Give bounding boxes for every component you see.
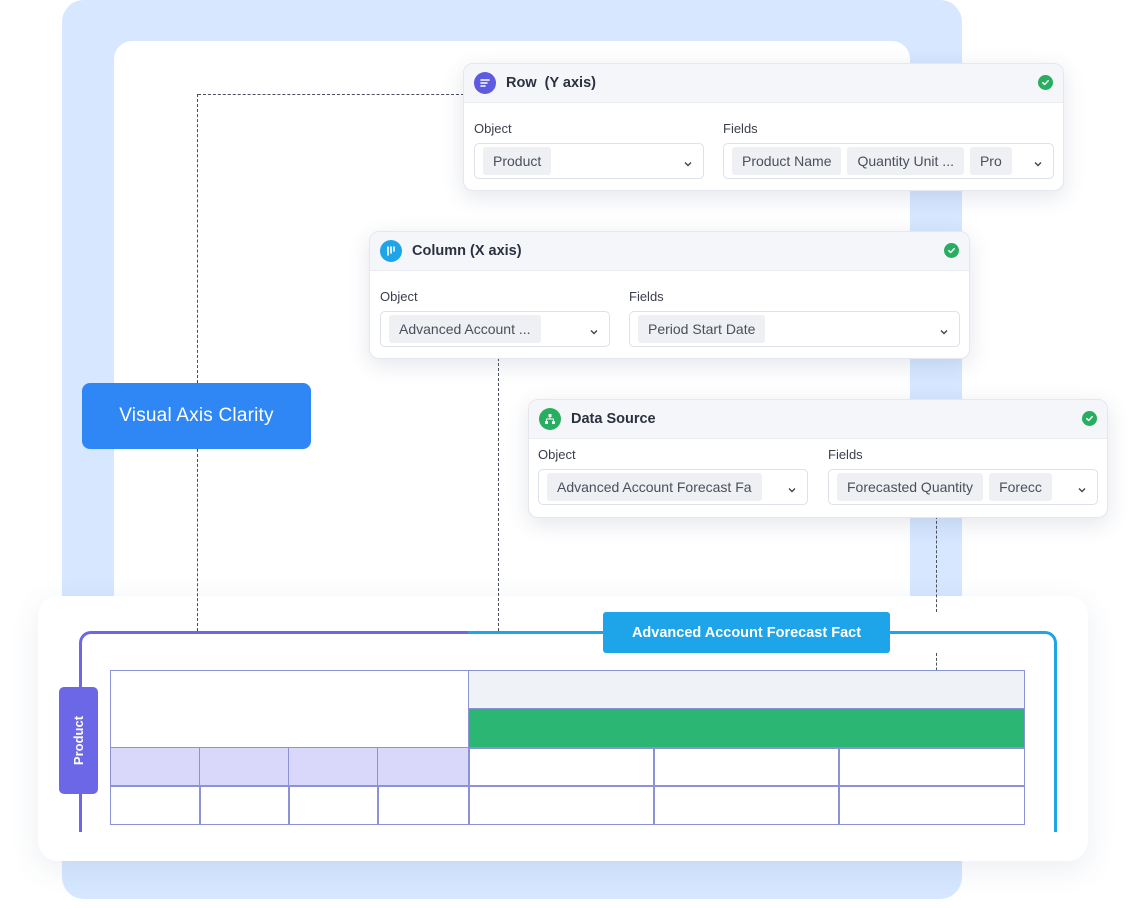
row-connector-v-bottom bbox=[197, 449, 198, 631]
row-card-title: Row (Y axis) bbox=[506, 75, 596, 91]
column-fields-select[interactable]: Period Start Date bbox=[629, 311, 960, 347]
list-sort-icon bbox=[474, 72, 496, 94]
chevron-down-icon bbox=[589, 324, 599, 335]
value-cell bbox=[468, 747, 655, 787]
check-icon bbox=[1082, 411, 1097, 426]
row-object-select[interactable]: Product bbox=[474, 143, 704, 179]
column-card-title: Column (X axis) bbox=[412, 243, 522, 259]
value-cell bbox=[838, 785, 1025, 825]
badge-label: Visual Axis Clarity bbox=[119, 405, 274, 426]
field-chip: Product Name bbox=[732, 147, 842, 175]
object-chip: Product bbox=[483, 147, 552, 175]
object-label: Object bbox=[474, 121, 512, 136]
row-cell bbox=[110, 785, 201, 825]
field-chip: Forecasted Quantity bbox=[837, 473, 984, 501]
datasource-connector-top bbox=[936, 516, 937, 612]
value-cell bbox=[653, 747, 840, 787]
row-cell bbox=[288, 785, 379, 825]
row-header-cell bbox=[288, 747, 379, 787]
fact-table-label: Advanced Account Forecast Fact bbox=[603, 612, 890, 653]
check-icon bbox=[944, 243, 959, 258]
data-source-card-title: Data Source bbox=[571, 411, 656, 427]
hierarchy-icon bbox=[539, 408, 561, 430]
row-axis-card: Row (Y axis) Object Fields Product Produ… bbox=[463, 63, 1064, 191]
column-object-select[interactable]: Advanced Account ... bbox=[380, 311, 610, 347]
chevron-down-icon bbox=[683, 156, 693, 167]
row-cell bbox=[199, 785, 290, 825]
product-row-label: Product bbox=[71, 715, 86, 766]
chevron-down-icon bbox=[1033, 156, 1043, 167]
pivot-grid bbox=[110, 670, 1025, 825]
object-label: Object bbox=[538, 447, 576, 462]
value-cell bbox=[838, 747, 1025, 787]
object-label: Object bbox=[380, 289, 418, 304]
column-card-header: Column (X axis) bbox=[370, 232, 969, 271]
data-source-card-header: Data Source bbox=[529, 400, 1107, 439]
data-source-band bbox=[468, 708, 1025, 749]
visual-axis-clarity-badge: Visual Axis Clarity bbox=[82, 383, 311, 449]
bar-columns-icon bbox=[380, 240, 402, 262]
value-cell bbox=[468, 785, 655, 825]
data-source-fields-select[interactable]: Forecasted Quantity Forecc bbox=[828, 469, 1098, 505]
fields-label: Fields bbox=[629, 289, 664, 304]
fields-label: Fields bbox=[723, 121, 758, 136]
column-connector bbox=[498, 358, 499, 631]
product-row-tag: Product bbox=[59, 687, 98, 794]
row-connector-h bbox=[198, 94, 464, 95]
row-fields-select[interactable]: Product Name Quantity Unit ... Pro bbox=[723, 143, 1054, 179]
chevron-down-icon bbox=[939, 324, 949, 335]
column-header-cell bbox=[468, 670, 1025, 710]
data-source-card: Data Source Object Fields Advanced Accou… bbox=[528, 399, 1108, 518]
chevron-down-icon bbox=[787, 482, 797, 493]
row-cell bbox=[377, 785, 470, 825]
value-cell bbox=[653, 785, 840, 825]
object-chip: Advanced Account ... bbox=[389, 315, 541, 343]
data-source-object-select[interactable]: Advanced Account Forecast Fa bbox=[538, 469, 808, 505]
grid-corner-cell bbox=[110, 670, 470, 749]
row-header-cell bbox=[110, 747, 201, 787]
row-card-header: Row (Y axis) bbox=[464, 64, 1063, 103]
field-chip: Pro bbox=[969, 147, 1012, 175]
field-chip: Quantity Unit ... bbox=[847, 147, 964, 175]
row-connector-v-top bbox=[197, 94, 198, 383]
column-axis-card: Column (X axis) Object Fields Advanced A… bbox=[369, 231, 970, 359]
fields-label: Fields bbox=[828, 447, 863, 462]
row-header-cell bbox=[377, 747, 470, 787]
check-icon bbox=[1038, 75, 1053, 90]
field-chip: Period Start Date bbox=[638, 315, 766, 343]
row-header-cell bbox=[199, 747, 290, 787]
object-chip: Advanced Account Forecast Fa bbox=[547, 473, 762, 501]
field-chip: Forecc bbox=[989, 473, 1052, 501]
chevron-down-icon bbox=[1077, 482, 1087, 493]
